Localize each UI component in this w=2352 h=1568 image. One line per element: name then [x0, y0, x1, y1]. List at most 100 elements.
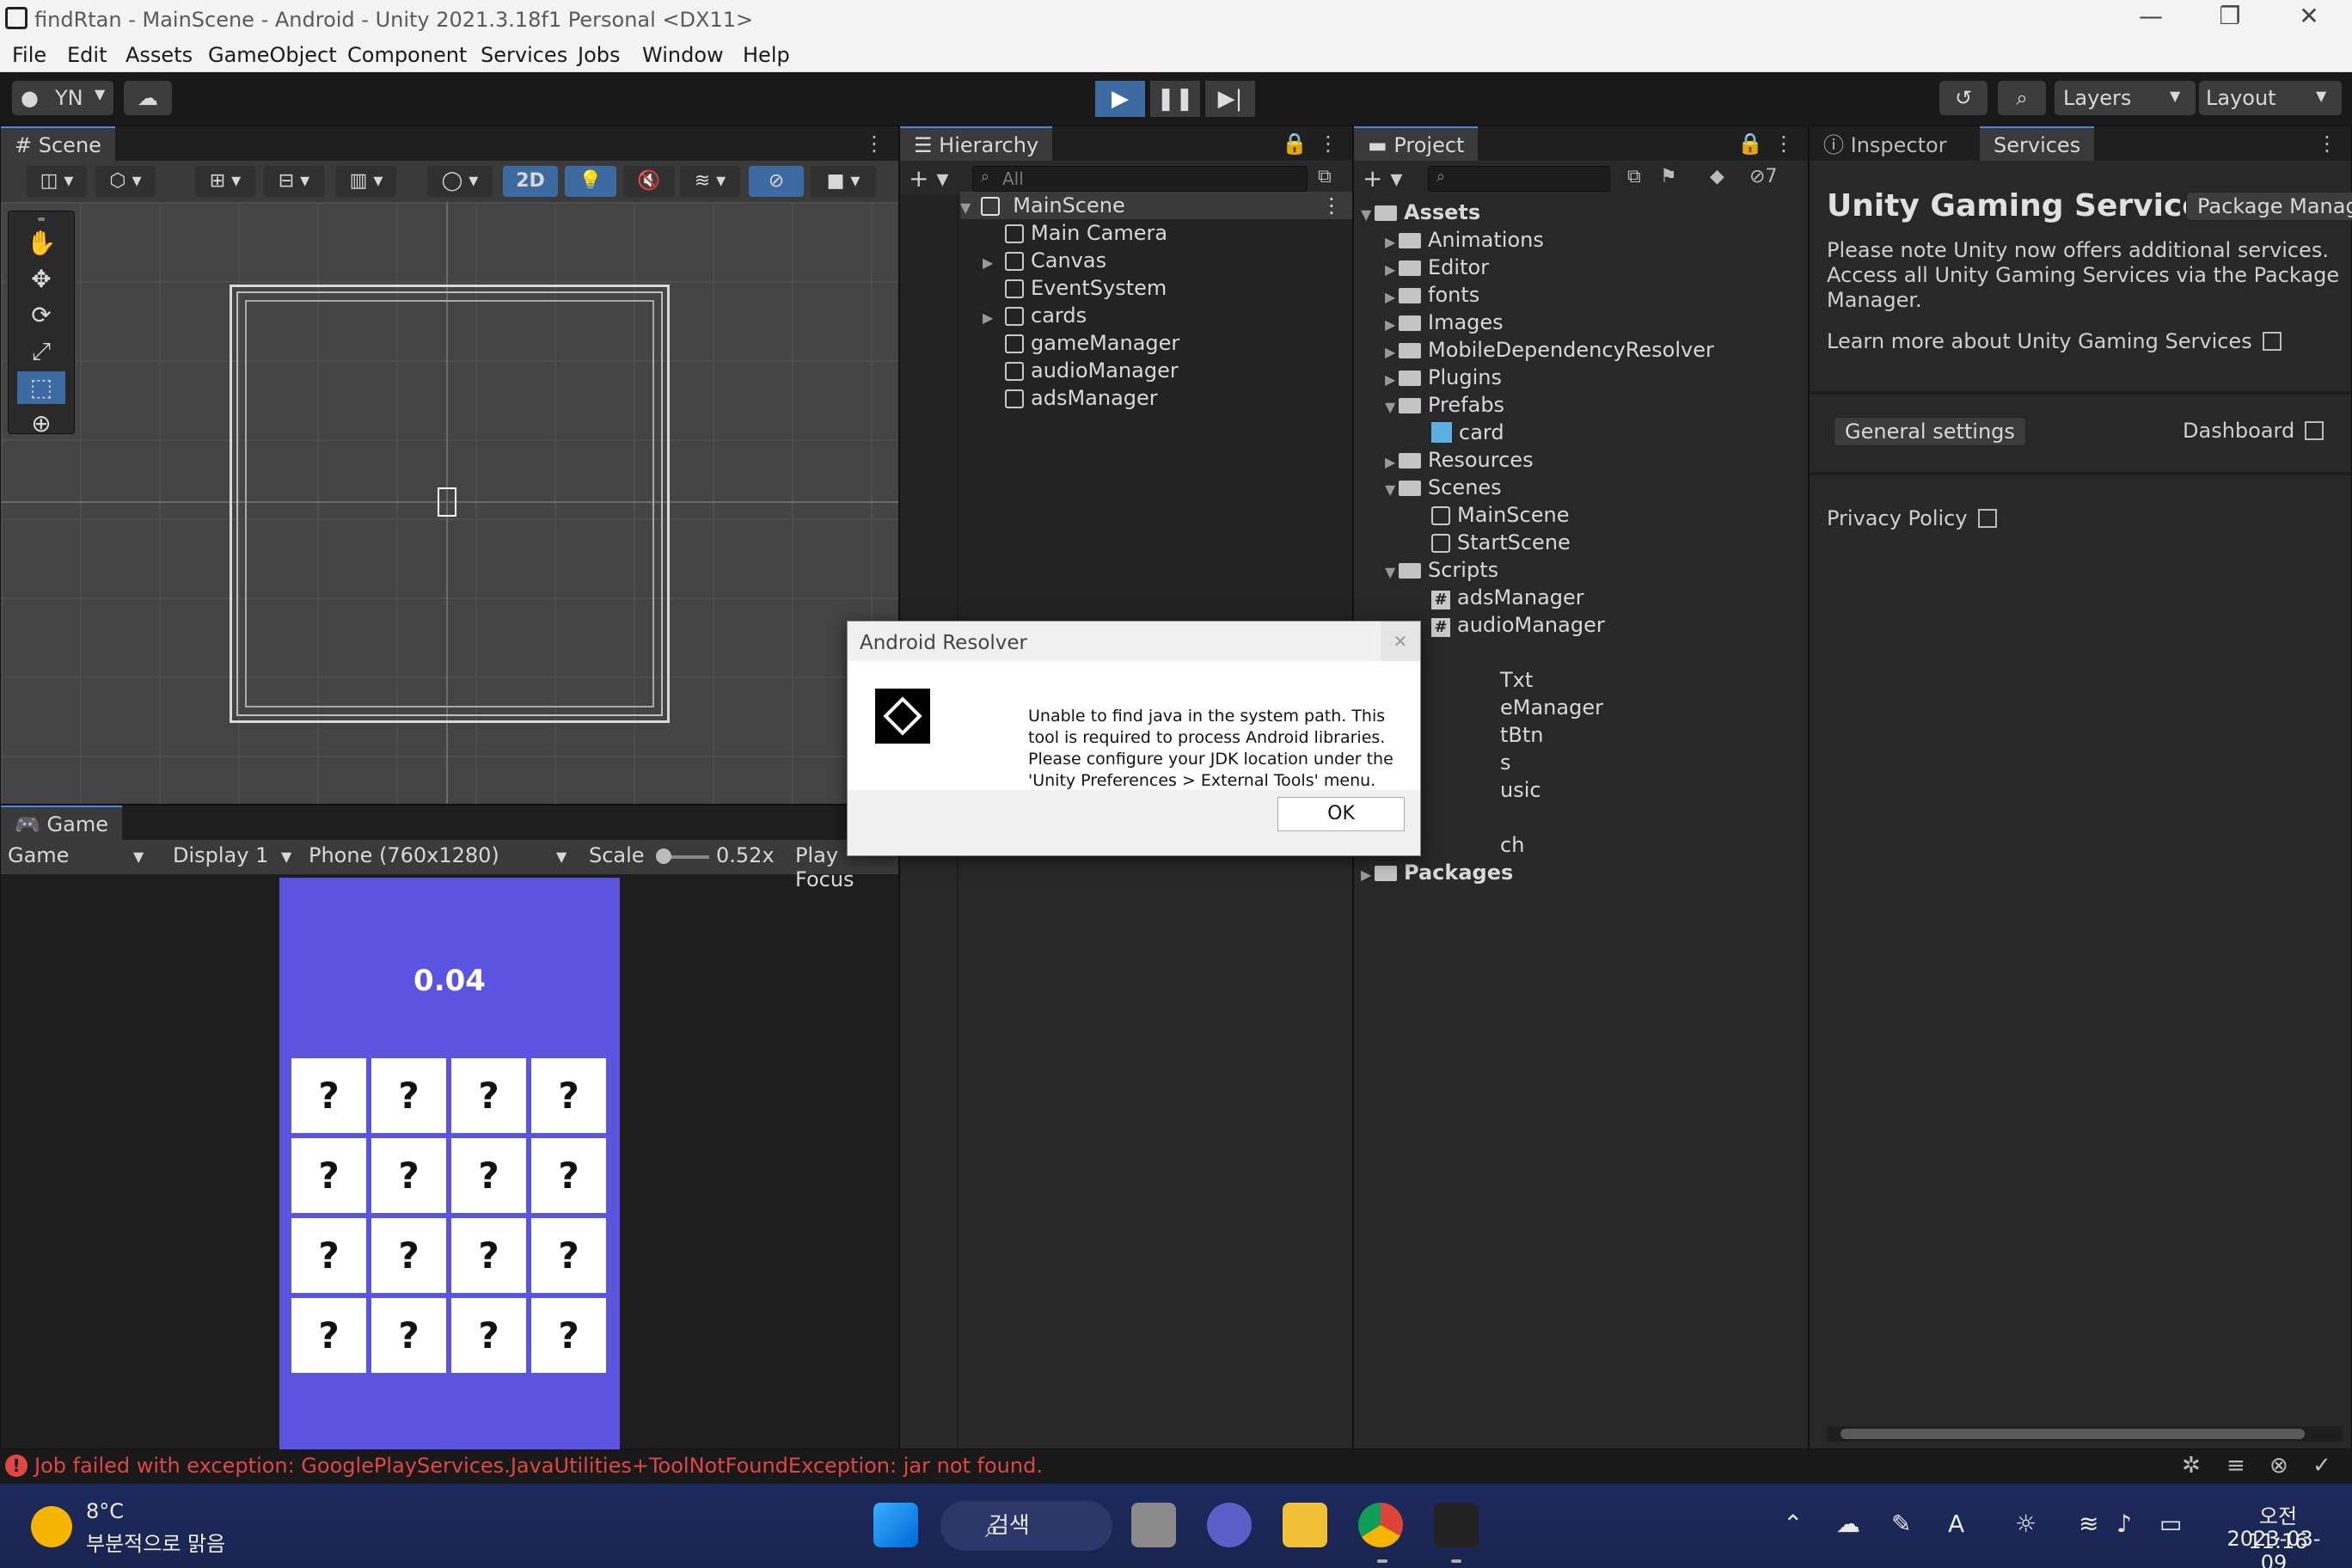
horizontal-scrollbar[interactable]	[1827, 1426, 2343, 1442]
card[interactable]: ?	[531, 1138, 606, 1213]
project-folder-ch[interactable]: ch	[1500, 831, 1524, 859]
card[interactable]: ?	[531, 1058, 606, 1133]
account-dropdown[interactable]: ● YN ▼	[12, 81, 113, 115]
menu-window[interactable]: Window	[642, 43, 724, 67]
weather-temp[interactable]: 8°C	[86, 1499, 124, 1523]
project-folder-prefabs[interactable]: ▼ Prefabs	[1385, 391, 1504, 419]
dashboard-link[interactable]: Dashboard	[2183, 419, 2324, 444]
menu-help[interactable]: Help	[743, 43, 790, 67]
card[interactable]: ?	[291, 1058, 366, 1133]
project-scene-mainscene[interactable]: MainScene	[1431, 501, 1569, 529]
scale-tool-icon[interactable]: ⤢	[17, 335, 65, 368]
move-tool-icon[interactable]: ✥	[17, 263, 65, 296]
label-icon[interactable]: ◆	[1710, 166, 1724, 187]
search-button[interactable]: ⌕	[1998, 81, 2046, 115]
visibility-toggle[interactable]: ⊘	[749, 166, 804, 197]
inspector-menu-icon[interactable]: ⋮	[2317, 132, 2337, 156]
menu-jobs[interactable]: Jobs	[578, 43, 621, 67]
privacy-policy-link[interactable]: Privacy Policy	[1827, 506, 1997, 531]
learn-more-link[interactable]: Learn more about Unity Gaming Services	[1827, 329, 2282, 354]
tab-project[interactable]: ▬ Project	[1354, 126, 1479, 161]
project-folder-images[interactable]: ▶ Images	[1385, 309, 1504, 336]
clock-date[interactable]: 2023-03-09	[2218, 1527, 2330, 1568]
add-object-button[interactable]: + ▾	[909, 164, 948, 193]
card[interactable]: ?	[531, 1218, 606, 1293]
project-menu-icon[interactable]: ⋮	[1773, 132, 1794, 156]
card[interactable]: ?	[451, 1298, 526, 1373]
tab-services[interactable]: Services	[1980, 126, 2095, 161]
effects-dropdown[interactable]: ≋ ▾	[680, 166, 740, 197]
create-asset-button[interactable]: + ▾	[1363, 164, 1402, 193]
play-button[interactable]: ▶	[1095, 81, 1145, 117]
card[interactable]: ?	[371, 1298, 446, 1373]
unity-taskbar-icon[interactable]	[1434, 1503, 1479, 1547]
cloud-button[interactable]: ☁	[124, 81, 172, 115]
hierarchy-item-canvas[interactable]: ▶ Canvas	[983, 247, 1106, 274]
project-search-input[interactable]	[1428, 166, 1610, 192]
orientation-dropdown[interactable]: ⬡ ▾	[95, 166, 156, 197]
close-button[interactable]: ✕	[2283, 2, 2335, 30]
menu-services[interactable]: Services	[481, 43, 567, 67]
game-view-dropdown[interactable]: Game	[8, 843, 69, 867]
network-icon[interactable]: ⊗	[2269, 1453, 2288, 1479]
chevron-up-icon[interactable]: ⌃	[1783, 1510, 1803, 1538]
minimize-button[interactable]: —	[2125, 2, 2177, 30]
search-by-type-icon[interactable]: ⧉	[1627, 166, 1641, 187]
hierarchy-item-audiomanager[interactable]: audioManager	[1005, 357, 1179, 384]
general-settings-button[interactable]: General settings	[1834, 417, 2026, 446]
game-screen[interactable]: 0.04 ? ? ? ? ? ? ? ? ? ? ? ? ? ? ? ?	[279, 878, 620, 1450]
card[interactable]: ?	[531, 1298, 606, 1373]
menu-gameobject[interactable]: GameObject	[208, 43, 337, 67]
project-script-audiomanager[interactable]: # audioManager	[1431, 611, 1605, 639]
card[interactable]: ?	[371, 1058, 446, 1133]
scene-root-row[interactable]: ▼ MainScene ⋮	[960, 192, 1352, 219]
project-folder-plugins[interactable]: ▶ Plugins	[1385, 364, 1502, 391]
chrome-icon[interactable]	[1358, 1503, 1403, 1547]
card[interactable]: ?	[291, 1138, 366, 1213]
card[interactable]: ?	[371, 1218, 446, 1293]
pause-button[interactable]: ❚❚	[1150, 81, 1200, 117]
project-script-txt[interactable]: Txt	[1500, 666, 1533, 694]
project-folder-scripts[interactable]: ▼ Scripts	[1385, 556, 1498, 584]
progress-icon[interactable]: ≡	[2226, 1453, 2245, 1479]
menu-edit[interactable]: Edit	[67, 43, 107, 67]
hidden-packages-toggle[interactable]: ⊘7	[1749, 166, 1777, 187]
check-icon[interactable]: ✓	[2312, 1453, 2331, 1479]
ime-icon[interactable]: A	[1948, 1510, 1964, 1538]
card[interactable]: ?	[291, 1298, 366, 1373]
file-explorer-icon[interactable]	[1283, 1503, 1327, 1547]
hierarchy-item-gamemanager[interactable]: gameManager	[1005, 329, 1179, 357]
scene-visibility-icon[interactable]: ⧉	[1318, 166, 1332, 187]
shading-dropdown[interactable]: ◯ ▾	[427, 166, 493, 197]
draw-mode-dropdown[interactable]: ◫ ▾	[27, 166, 87, 197]
lock-icon[interactable]: 🔒	[1737, 132, 1763, 156]
project-scene-startscene[interactable]: StartScene	[1431, 529, 1571, 556]
card[interactable]: ?	[451, 1138, 526, 1213]
2d-toggle[interactable]: 2D	[503, 166, 558, 197]
battery-icon[interactable]: ▭	[2159, 1510, 2182, 1538]
card[interactable]: ?	[451, 1218, 526, 1293]
increment-dropdown[interactable]: ▥ ▾	[336, 166, 396, 197]
project-folder-mobiledependencyresolver[interactable]: ▶ MobileDependencyResolver	[1385, 336, 1714, 364]
menu-file[interactable]: File	[12, 43, 46, 67]
scrollbar-thumb[interactable]	[1841, 1429, 2305, 1439]
dialog-close-button[interactable]: ✕	[1381, 622, 1420, 661]
card[interactable]: ?	[291, 1218, 366, 1293]
display-dropdown[interactable]: Display 1	[173, 843, 268, 867]
task-view-icon[interactable]	[1131, 1503, 1176, 1547]
teams-chat-icon[interactable]	[1207, 1503, 1252, 1547]
scene-viewport[interactable]: ═ ✋ ✥ ⟳ ⤢ ⬚ ⊕	[1, 202, 898, 804]
project-folder-resources[interactable]: ▶ Resources	[1385, 446, 1534, 474]
project-prefab-card[interactable]: card	[1431, 419, 1504, 446]
tab-scene[interactable]: # Scene	[1, 126, 115, 161]
project-folder-s[interactable]: s	[1500, 749, 1511, 776]
grid-snap-dropdown[interactable]: ⊞ ▾	[195, 166, 255, 197]
project-folder-editor[interactable]: ▶ Editor	[1385, 254, 1489, 281]
hierarchy-search-input[interactable]: All	[972, 166, 1308, 192]
project-script-tbtn[interactable]: tBtn	[1500, 721, 1544, 749]
hand-tool-icon[interactable]: ✋	[17, 227, 65, 260]
tab-game[interactable]: 🎮 Game	[1, 805, 122, 840]
transform-tool-icon[interactable]: ⊕	[17, 407, 65, 440]
menu-component[interactable]: Component	[347, 43, 467, 67]
scale-slider-handle[interactable]	[656, 848, 671, 864]
